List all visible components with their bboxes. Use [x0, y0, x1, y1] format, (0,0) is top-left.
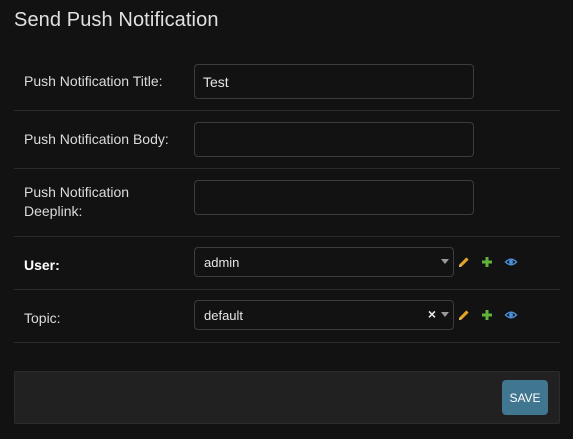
user-label: User: — [24, 257, 60, 273]
plus-icon[interactable] — [481, 256, 493, 268]
submit-row: SAVE — [14, 371, 560, 424]
form-row-deeplink: Push Notification Deeplink: — [14, 169, 560, 237]
user-select-value: admin — [204, 255, 240, 270]
topic-actions — [458, 309, 529, 321]
form-row-topic: Topic: default × — [14, 290, 560, 343]
title-input[interactable] — [194, 64, 474, 99]
form-row-title: Push Notification Title: — [14, 53, 560, 111]
pencil-icon[interactable] — [458, 256, 470, 268]
form-row-body: Push Notification Body: — [14, 111, 560, 169]
deeplink-input[interactable] — [194, 180, 474, 215]
clear-icon[interactable]: × — [428, 306, 436, 322]
plus-icon[interactable] — [481, 309, 493, 321]
chevron-down-icon[interactable] — [441, 312, 449, 317]
body-input[interactable] — [194, 122, 474, 157]
eye-icon[interactable] — [504, 256, 518, 268]
deeplink-label: Push Notification Deeplink: — [24, 184, 130, 219]
title-label: Push Notification Title: — [24, 73, 163, 89]
user-select[interactable]: admin — [194, 247, 454, 277]
pencil-icon[interactable] — [458, 309, 470, 321]
user-actions — [458, 256, 529, 268]
topic-select[interactable]: default × — [194, 300, 454, 330]
page: Send Push Notification Push Notification… — [0, 0, 573, 439]
save-button[interactable]: SAVE — [502, 380, 548, 415]
eye-icon[interactable] — [504, 309, 518, 321]
body-label: Push Notification Body: — [24, 131, 169, 147]
chevron-down-icon[interactable] — [441, 259, 449, 264]
page-title: Send Push Notification — [14, 9, 219, 31]
push-notification-form: Push Notification Title: Push Notificati… — [14, 53, 560, 343]
topic-label: Topic: — [24, 310, 61, 326]
topic-select-value: default — [204, 308, 244, 323]
form-row-user: User: admin — [14, 237, 560, 290]
